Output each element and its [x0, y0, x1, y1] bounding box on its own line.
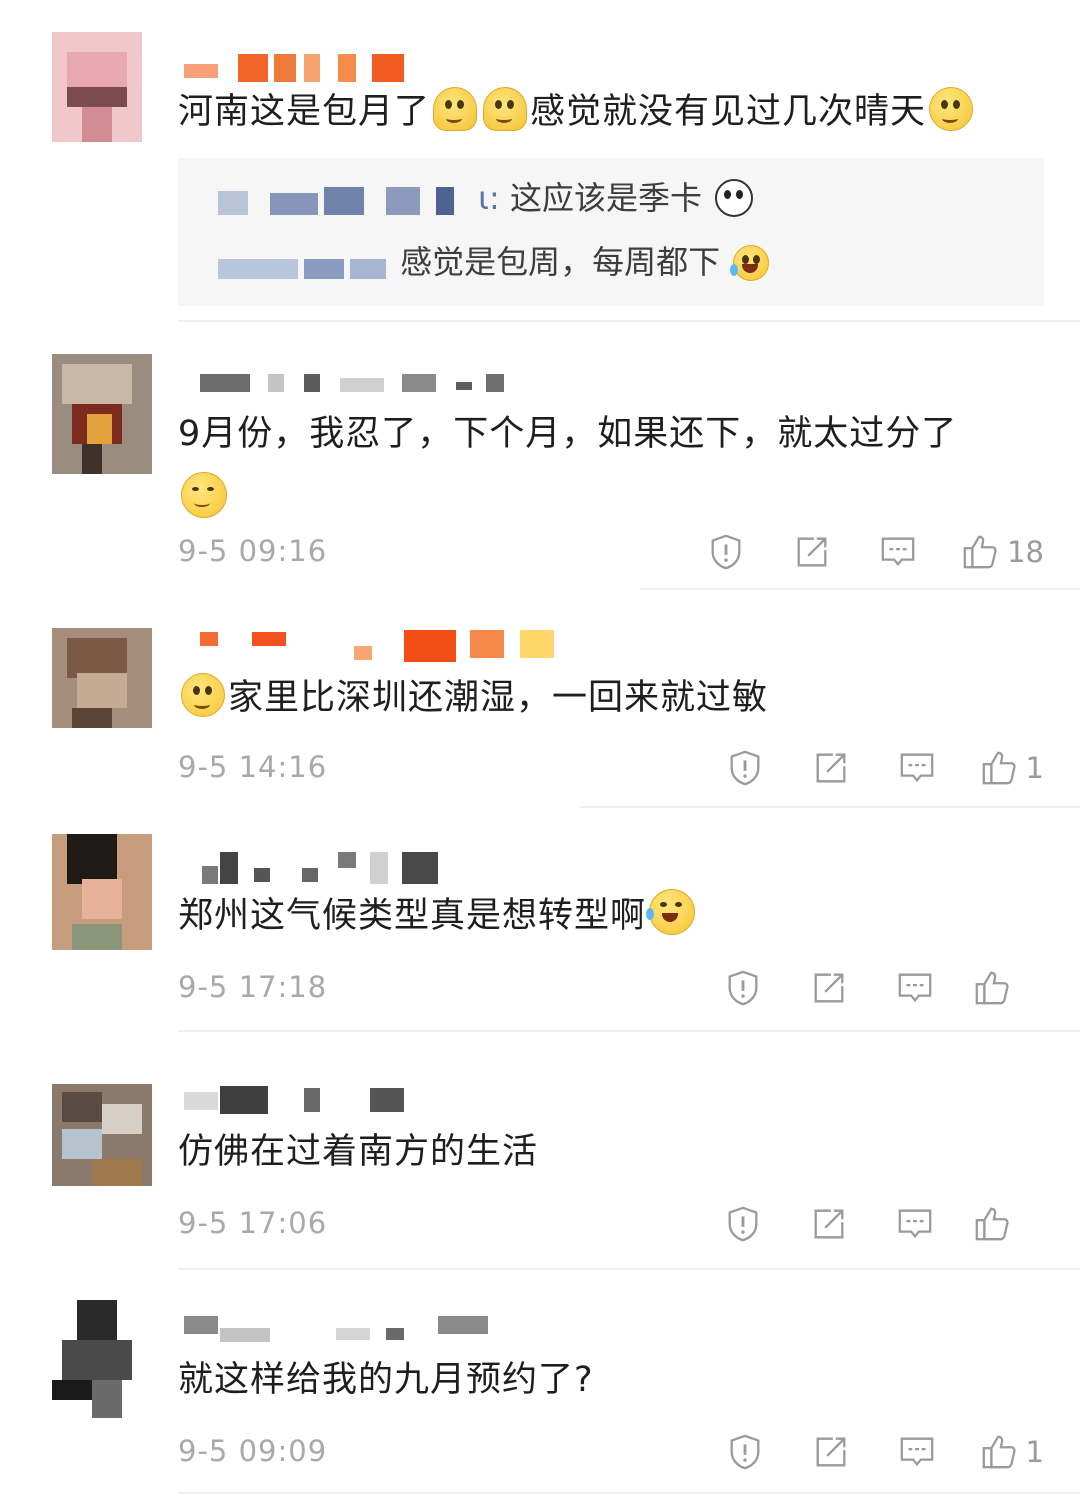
avatar[interactable] — [52, 1300, 152, 1420]
comment-text: 河南这是包月了 感觉就没有见过几次晴天 — [178, 84, 976, 140]
thumbs-up-icon — [963, 535, 997, 569]
comment-actions: 1 — [702, 1430, 1044, 1474]
report-icon — [728, 1206, 758, 1242]
share-icon — [816, 753, 845, 783]
timestamp: 9-5 17:18 — [178, 970, 328, 1004]
thumbs-up-icon — [982, 1435, 1016, 1469]
report-icon — [730, 750, 759, 786]
like-count: 1 — [1025, 1435, 1044, 1469]
thinking-emoji — [181, 673, 225, 717]
share-icon — [814, 1209, 844, 1239]
report-icon — [711, 534, 741, 570]
divider — [178, 1268, 1080, 1270]
timestamp: 9-5 09:16 — [178, 534, 328, 568]
like-button[interactable]: 18 — [961, 530, 1044, 574]
reply-button[interactable] — [872, 1202, 958, 1246]
report-button[interactable] — [702, 746, 788, 790]
share-button[interactable] — [788, 746, 874, 790]
thumbs-up-icon — [975, 1207, 1009, 1241]
reply-author-blurred[interactable] — [218, 183, 468, 215]
thumbs-up-icon — [982, 751, 1016, 785]
report-button[interactable] — [700, 966, 786, 1010]
comment-actions — [700, 1202, 1044, 1246]
share-button[interactable] — [788, 1430, 874, 1474]
avatar[interactable] — [52, 1084, 152, 1204]
thinking-emoji — [929, 87, 974, 131]
reply-button[interactable] — [874, 1430, 960, 1474]
comment-text: 9月份，我忍了，下个月，如果还下，就太过分了 — [178, 406, 1038, 527]
divider — [580, 806, 1080, 808]
shrug-emoji — [483, 87, 528, 131]
report-button[interactable] — [702, 1430, 788, 1474]
thumbs-up-icon — [975, 971, 1009, 1005]
like-count: 18 — [1007, 535, 1044, 569]
avatar[interactable] — [52, 354, 152, 474]
like-count: 1 — [1025, 751, 1044, 785]
annoyed-emoji — [181, 472, 227, 518]
username-blurred[interactable] — [180, 626, 600, 662]
shrug-emoji — [433, 87, 478, 131]
avatar[interactable] — [52, 32, 152, 152]
reply-line[interactable]: 感觉是包周，每周都下 — [218, 240, 772, 284]
avatar[interactable] — [52, 834, 152, 954]
comment-text: 就这样给我的九月预约了? — [178, 1360, 594, 1400]
comment-icon — [898, 1209, 932, 1239]
timestamp: 9-5 09:09 — [178, 1434, 328, 1468]
timestamp: 9-5 17:06 — [178, 1206, 328, 1240]
divider — [640, 588, 1080, 590]
username-blurred[interactable] — [180, 850, 600, 886]
like-button[interactable]: 1 — [980, 746, 1044, 790]
share-button[interactable] — [769, 530, 855, 574]
report-icon — [728, 970, 758, 1006]
divider — [178, 1030, 1080, 1032]
divider — [178, 1492, 1080, 1494]
divider — [178, 320, 1080, 322]
report-button[interactable] — [700, 1202, 786, 1246]
share-button[interactable] — [786, 1202, 872, 1246]
like-button[interactable] — [958, 1202, 1044, 1246]
comment-icon — [900, 753, 933, 783]
report-icon — [730, 1434, 759, 1470]
comment-icon — [900, 1437, 933, 1467]
username-blurred[interactable] — [180, 368, 600, 404]
comment-actions: 1 — [702, 746, 1044, 790]
username-blurred[interactable] — [180, 1310, 600, 1346]
share-icon — [814, 973, 844, 1003]
panda-emoji — [715, 179, 754, 217]
comment-text: 仿佛在过着南方的生活 — [178, 1132, 539, 1172]
reply-button[interactable] — [872, 966, 958, 1010]
avatar[interactable] — [52, 628, 152, 748]
reply-author-blurred[interactable] — [218, 247, 390, 279]
laughing-tears-emoji — [730, 245, 770, 281]
like-button[interactable] — [958, 966, 1044, 1010]
comment-icon — [881, 537, 915, 567]
username-blurred[interactable] — [180, 50, 600, 86]
username-blurred[interactable] — [180, 1082, 600, 1118]
report-button[interactable] — [683, 530, 769, 574]
share-button[interactable] — [786, 966, 872, 1010]
reply-button[interactable] — [855, 530, 941, 574]
reply-author-suffix: ι: — [478, 179, 500, 217]
laughing-tears-emoji — [646, 889, 696, 935]
timestamp: 9-5 14:16 — [178, 750, 328, 784]
comment-text: 家里比深圳还潮湿，一回来就过敏 — [178, 670, 768, 726]
comment-actions — [700, 966, 1044, 1010]
share-icon — [797, 537, 827, 567]
like-button[interactable]: 1 — [980, 1430, 1044, 1474]
comment-icon — [898, 973, 932, 1003]
share-icon — [816, 1437, 845, 1467]
reply-line[interactable]: ι: 这应该是季卡 — [218, 176, 756, 220]
comment-text: 郑州这气候类型真是想转型啊 — [178, 888, 698, 944]
reply-button[interactable] — [874, 746, 960, 790]
comment-actions: 18 — [683, 530, 1044, 574]
